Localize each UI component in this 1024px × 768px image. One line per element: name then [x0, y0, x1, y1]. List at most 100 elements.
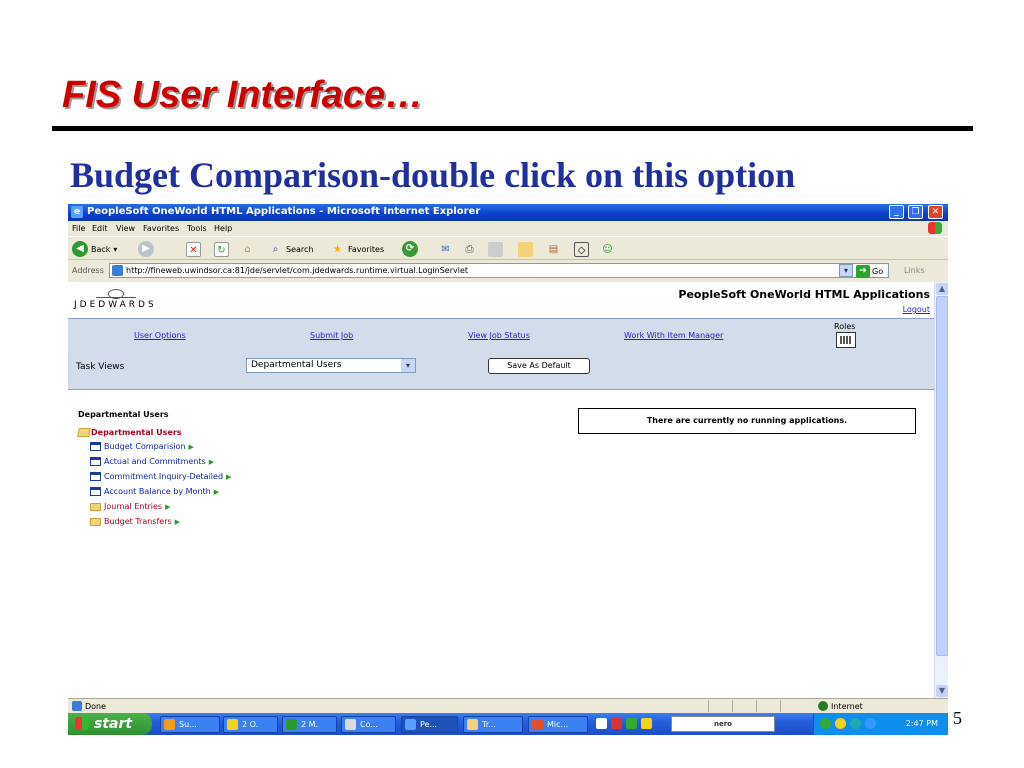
tray-icon[interactable] — [835, 718, 846, 729]
search-button[interactable]: ⌕ Search — [268, 240, 314, 258]
forward-arrow-icon: ▶ — [138, 241, 154, 257]
tree-item-account-balance-by-month[interactable]: Account Balance by Month ▶ — [90, 487, 219, 496]
jde-logo: JDEDWARDS — [74, 300, 157, 310]
scroll-down-icon[interactable]: ▼ — [936, 685, 948, 697]
address-dropdown-button[interactable]: ▾ — [839, 264, 853, 277]
minimize-button[interactable]: _ — [889, 205, 904, 219]
powerpoint-icon — [532, 719, 543, 730]
scroll-up-icon[interactable]: ▲ — [936, 283, 948, 295]
taskbar-item[interactable]: Mic... — [528, 716, 588, 733]
work-with-item-manager-link[interactable]: Work With Item Manager — [624, 331, 723, 340]
go-label: Go — [872, 266, 884, 276]
page-icon — [112, 265, 123, 276]
play-icon[interactable]: ▶ — [226, 473, 231, 481]
taskbar-item[interactable]: Tr... — [463, 716, 523, 733]
play-icon[interactable]: ▶ — [209, 458, 214, 466]
address-value: http://fineweb.uwindsor.ca:81/jde/servle… — [126, 266, 469, 275]
chevron-down-icon: ▾ — [113, 244, 118, 254]
address-input[interactable]: http://fineweb.uwindsor.ca:81/jde/servle… — [109, 263, 889, 278]
application-icon — [90, 487, 101, 496]
view-job-status-link[interactable]: View Job Status — [468, 331, 530, 340]
people-button[interactable]: ☺ — [600, 240, 615, 258]
mail-button[interactable]: ✉ — [438, 240, 453, 258]
messenger-button[interactable]: ◇ — [574, 240, 589, 258]
task-views-label: Task Views — [76, 362, 125, 372]
application-icon — [90, 457, 101, 466]
forward-button[interactable]: ▶ — [138, 240, 154, 258]
nero-toolbar[interactable]: nero — [671, 716, 775, 732]
taskbar-item[interactable]: 2 M. — [282, 716, 337, 733]
stop-icon: ✕ — [186, 241, 201, 257]
tray-icons — [820, 718, 876, 729]
vertical-scrollbar[interactable]: ▲ ▼ — [934, 282, 948, 698]
tray-icon[interactable] — [850, 718, 861, 729]
edit-button[interactable] — [488, 240, 503, 258]
page-icon — [72, 701, 82, 711]
user-options-link[interactable]: User Options — [134, 331, 186, 340]
tree-item-label: Commitment Inquiry-Detailed — [104, 472, 224, 481]
menu-file[interactable]: File — [72, 224, 85, 233]
go-button[interactable]: ➔ Go — [856, 264, 883, 278]
home-button[interactable]: ⌂ — [240, 240, 255, 258]
roles-icon[interactable] — [836, 332, 856, 348]
tree-item-label: Budget Comparision — [104, 442, 186, 451]
menu-edit[interactable]: Edit — [92, 224, 108, 233]
scroll-thumb[interactable] — [936, 296, 948, 656]
play-icon[interactable]: ▶ — [175, 518, 180, 526]
menu-view[interactable]: View — [116, 224, 135, 233]
title-divider — [52, 126, 973, 131]
quick-launch-icon[interactable] — [596, 718, 607, 729]
quick-launch-icon[interactable] — [611, 718, 622, 729]
roles-label: Roles — [834, 322, 856, 331]
app-heading: PeopleSoft OneWorld HTML Applications — [678, 288, 930, 301]
quick-launch-icon[interactable] — [626, 718, 637, 729]
tree-item-budget-transfers[interactable]: Budget Transfers ▶ — [90, 517, 180, 526]
close-button[interactable]: ✕ — [928, 205, 943, 219]
task-views-select[interactable]: Departmental Users ▾ — [246, 358, 416, 373]
quick-launch-icon[interactable] — [641, 718, 652, 729]
submit-job-link[interactable]: Submit Job — [310, 331, 353, 340]
tree-item-journal-entries[interactable]: Journal Entries ▶ — [90, 502, 170, 511]
folder-button[interactable] — [518, 240, 533, 258]
taskbar-item[interactable]: 2 O. — [223, 716, 278, 733]
tree-item-actual-and-commitments[interactable]: Actual and Commitments ▶ — [90, 457, 214, 466]
logout-link[interactable]: Logout — [903, 305, 930, 314]
taskbar-item[interactable]: Co... — [341, 716, 396, 733]
window-title: PeopleSoft OneWorld HTML Applications - … — [87, 206, 481, 217]
tree-item-commitment-inquiry-detailed[interactable]: Commitment Inquiry-Detailed ▶ — [90, 472, 231, 481]
history-button[interactable]: ⟳ — [402, 240, 418, 258]
taskbar-item[interactable]: Pe... — [401, 716, 458, 733]
save-as-default-button[interactable]: Save As Default — [488, 358, 590, 374]
start-label: start — [94, 716, 133, 732]
back-button[interactable]: ◀ Back ▾ — [72, 240, 117, 258]
ie-icon: e — [71, 206, 83, 218]
status-separator — [756, 700, 757, 712]
star-icon: ★ — [333, 243, 342, 255]
print-button[interactable]: ⎙ — [462, 240, 477, 258]
links-button[interactable]: Links — [904, 266, 925, 275]
favorites-button[interactable]: ★ Favorites — [330, 240, 384, 258]
section-heading: Departmental Users — [78, 410, 169, 419]
taskbar-item[interactable]: Su... — [160, 716, 220, 733]
running-apps-message: There are currently no running applicati… — [578, 408, 916, 434]
play-icon[interactable]: ▶ — [165, 503, 170, 511]
stop-button[interactable]: ✕ — [186, 240, 201, 258]
globe-icon — [818, 701, 828, 711]
start-button[interactable]: start — [68, 713, 152, 735]
slide-title: FIS User Interface… — [62, 74, 424, 116]
menu-tools[interactable]: Tools — [187, 224, 207, 233]
menu-help[interactable]: Help — [214, 224, 232, 233]
play-icon[interactable]: ▶ — [188, 443, 193, 451]
tree-item-budget-comparison[interactable]: Budget Comparision ▶ — [90, 442, 194, 451]
tray-icon[interactable] — [865, 718, 876, 729]
tree-root-departmental-users[interactable]: Departmental Users — [77, 428, 182, 437]
menu-favorites[interactable]: Favorites — [143, 224, 179, 233]
address-bar: Address http://fineweb.uwindsor.ca:81/jd… — [68, 261, 948, 281]
refresh-button[interactable]: ↻ — [214, 240, 229, 258]
play-icon[interactable]: ▶ — [214, 488, 219, 496]
ie-icon — [405, 719, 416, 730]
tray-icon[interactable] — [820, 718, 831, 729]
restore-button[interactable]: ❐ — [908, 205, 923, 219]
system-tray: 2:47 PM — [813, 713, 948, 735]
research-button[interactable]: ▤ — [546, 240, 561, 258]
